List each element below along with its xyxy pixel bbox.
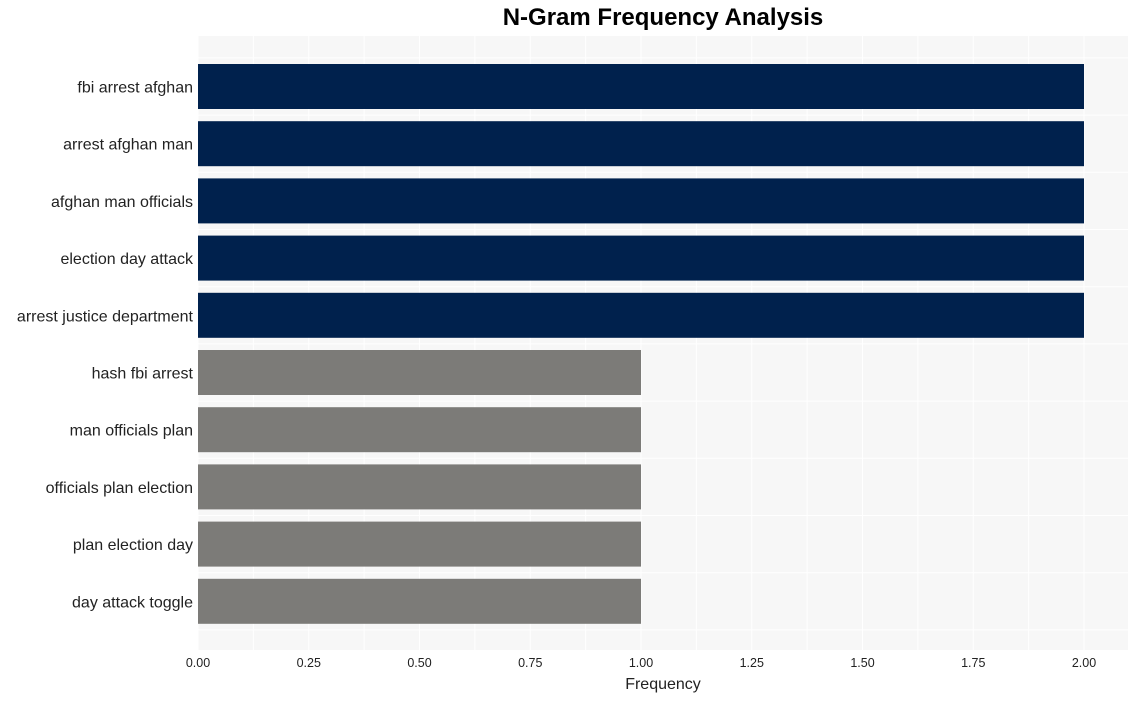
x-tick-label: 2.00 [1072, 656, 1096, 670]
bar [198, 64, 1084, 109]
y-tick-label: man officials plan [70, 423, 193, 440]
bar [198, 292, 1084, 338]
bar [198, 578, 641, 624]
y-tick-label: arrest afghan man [63, 137, 193, 154]
bar [198, 521, 641, 567]
y-tick-label: plan election day [73, 537, 193, 554]
y-tick-label: fbi arrest afghan [77, 80, 193, 97]
x-tick-label: 0.00 [186, 656, 210, 670]
bar [198, 464, 641, 510]
x-axis-ticks: 0.00 0.25 0.50 0.75 1.00 1.25 1.50 1.75 2.00 [186, 656, 1096, 670]
y-tick-label: hash fbi arrest [92, 366, 194, 383]
bar [198, 178, 1084, 224]
y-tick-label: afghan man officials [51, 194, 193, 211]
x-tick-label: 1.75 [961, 656, 985, 670]
y-tick-label: arrest justice department [17, 308, 194, 325]
y-axis-labels: fbi arrest afghan arrest afghan man afghan… [17, 80, 194, 612]
x-axis-label: Frequency [625, 676, 701, 693]
bar [198, 350, 641, 395]
x-tick-label: 1.25 [740, 656, 764, 670]
bar [198, 121, 1084, 167]
y-tick-label: day attack toggle [72, 594, 193, 611]
bar [198, 407, 641, 453]
x-tick-label: 0.75 [518, 656, 542, 670]
bar-chart: fbi arrest afghan arrest afghan man afghan… [17, 36, 1128, 693]
y-tick-label: officials plan election [46, 480, 193, 497]
x-tick-label: 0.50 [407, 656, 431, 670]
bar [198, 235, 1084, 281]
x-tick-label: 0.25 [297, 656, 321, 670]
x-tick-label: 1.50 [850, 656, 874, 670]
y-tick-label: election day attack [60, 251, 194, 268]
x-tick-label: 1.00 [629, 656, 653, 670]
